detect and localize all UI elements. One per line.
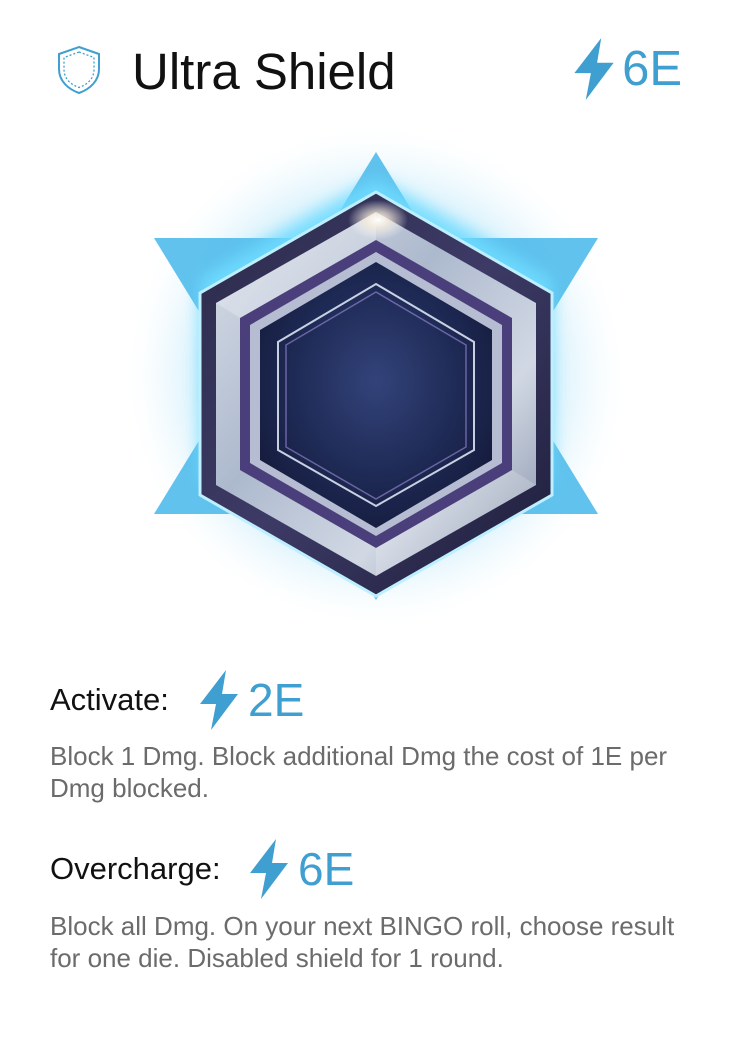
overcharge-energy-cost: 6E: [248, 839, 354, 899]
overcharge-cost-value: 6E: [298, 843, 355, 895]
card-header: Ultra Shield 6E: [52, 38, 692, 104]
ability-card: Ultra Shield 6E Activate: 2E Block 1 Dmg…: [0, 0, 750, 1050]
lightning-bolt-icon: [574, 38, 614, 100]
lightning-bolt-icon: [250, 839, 288, 899]
card-title: Ultra Shield: [132, 43, 396, 100]
shield-outline-icon: [58, 45, 100, 95]
activate-cost-value: 2E: [248, 674, 305, 726]
card-cost-value: 6E: [622, 42, 682, 96]
activate-energy-cost: 2E: [198, 670, 304, 730]
card-energy-cost: 6E: [572, 38, 682, 100]
overcharge-description: Block all Dmg. On your next BINGO roll, …: [50, 911, 675, 973]
activate-label: Activate:: [50, 682, 169, 717]
overcharge-label: Overcharge:: [50, 851, 221, 886]
hexagon-shield-emblem: [120, 120, 632, 632]
lightning-bolt-icon: [200, 670, 238, 730]
activate-description: Block 1 Dmg. Block additional Dmg the co…: [50, 741, 668, 803]
